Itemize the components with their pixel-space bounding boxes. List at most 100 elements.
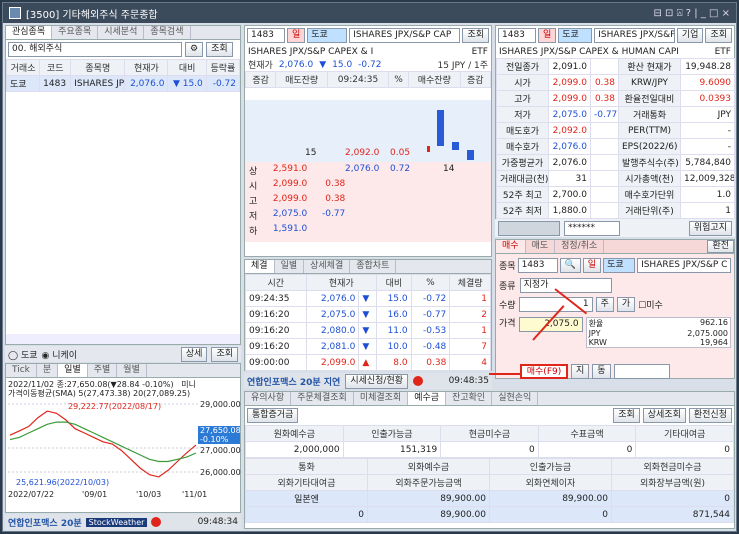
tab-minute[interactable]: 분 xyxy=(37,364,59,377)
ytick-2: 27,000.00 xyxy=(200,446,241,455)
xtick-4: '11/01 xyxy=(182,490,208,499)
company-button[interactable]: 기업 xyxy=(676,28,704,43)
order-qty-label: 수량 xyxy=(499,301,516,311)
dong-button[interactable]: 동 xyxy=(592,364,611,379)
group-select[interactable]: 00. 해외주식 xyxy=(8,42,182,57)
order-type-select[interactable]: 지정가 xyxy=(519,278,612,293)
deposit-table: 원화예수금 인출가능금 현금미수금 수표금액 기타대여금 2,000,000 151,31… xyxy=(245,425,734,458)
table-row[interactable]: 도쿄 1483 ISHARES JPX/ 2,076.0 ▼ 15.0 -0.7… xyxy=(5,75,241,92)
order-memo-field[interactable] xyxy=(613,364,670,379)
tick-pct: 0.38 xyxy=(410,354,451,371)
horizontal-scrollbar[interactable] xyxy=(6,334,240,344)
buy-button[interactable]: 매수(F9) xyxy=(520,364,568,379)
risk-notice-button[interactable]: 위험고지 xyxy=(688,220,732,236)
margin-checkbox[interactable]: ☐미수 xyxy=(638,298,663,311)
chart-mini-label[interactable]: 미니 xyxy=(181,379,196,390)
info-label: 거래대금(천) xyxy=(496,170,549,187)
radio-tokyo[interactable]: ◯ 도쿄 xyxy=(8,348,38,361)
order-code-input[interactable]: 1483 xyxy=(517,258,558,273)
tick-pct: -0.53 xyxy=(410,322,451,339)
tab-major[interactable]: 주요종목 xyxy=(52,26,99,39)
mid-query-button[interactable]: 조회 xyxy=(462,28,489,43)
tab-trades[interactable]: 체결 xyxy=(245,260,275,273)
window-controls[interactable]: ⊟ ⊡ ⍓ ? | _ □ × xyxy=(653,8,730,19)
table-row[interactable]: 일본엔 89,900.00 89,900.00 0 xyxy=(245,490,734,507)
tab-daily[interactable]: 일별 xyxy=(58,364,88,377)
tab-buy[interactable]: 매수 xyxy=(496,240,526,253)
tab-watchlist[interactable]: 관심종목 xyxy=(6,26,53,39)
stat-open: 2,099.0 xyxy=(272,179,308,189)
table-row: 저가 2,075.0 -0.77 거래통화 JPY xyxy=(496,106,735,123)
tab-analysis[interactable]: 시세분석 xyxy=(98,26,145,39)
exchange-request-button[interactable]: 환전신청 xyxy=(688,408,732,423)
info-value-2: 1.0 xyxy=(680,186,735,203)
dep-cell: 2,000,000 xyxy=(245,441,344,458)
mid-cur-price: 2,076.0 xyxy=(278,59,314,70)
sma5-line xyxy=(9,410,197,478)
right-code-input[interactable]: 1483 xyxy=(498,28,536,43)
tab-deposit[interactable]: 예수금 xyxy=(408,392,447,405)
right-query-button[interactable]: 조회 xyxy=(705,28,732,43)
diff-value: 15.0 xyxy=(182,78,203,89)
tick-price: 2,075.0 xyxy=(305,306,360,323)
tab-realized-pnl[interactable]: 실현손익 xyxy=(492,392,539,405)
fx-col: 외화연체이자 xyxy=(489,474,612,491)
info-value: 2,076.0 xyxy=(548,154,591,171)
radio-nikkei-label: 니케이 xyxy=(52,350,78,361)
detail-query-button[interactable]: 상세조회 xyxy=(642,408,686,423)
fx-cell: 0 xyxy=(489,506,612,523)
dep-col: 인출가능금 xyxy=(342,425,442,442)
unit-share-button[interactable]: 주 xyxy=(595,297,614,312)
tick-price: 2,076.0 xyxy=(305,290,360,307)
radio-nikkei[interactable]: ◉ 니케이 xyxy=(42,348,78,361)
info-label-2: PER(TTM) xyxy=(618,122,681,139)
info-label-2: EPS(2022/6) xyxy=(618,138,681,155)
fx-col: 외화현금미수금 xyxy=(611,458,734,475)
chart-period-tabs: Tick 분 일별 주별 월별 xyxy=(6,364,240,378)
detail-button[interactable]: 상세 xyxy=(180,346,208,362)
info-rate xyxy=(590,122,619,139)
tab-tick[interactable]: Tick xyxy=(6,364,37,377)
app-icon xyxy=(9,7,21,19)
ob-col-chg-bid: 증감 xyxy=(459,71,492,88)
account-select[interactable] xyxy=(498,220,560,236)
tab-order-inquiry[interactable]: 주문체결조회 xyxy=(291,392,354,405)
stat-open-label: 시 xyxy=(249,182,258,192)
fx-col: 외화장부금액(원) xyxy=(611,474,734,491)
password-input[interactable]: ****** xyxy=(564,220,620,236)
tab-daily-trades[interactable]: 일별 xyxy=(275,260,305,273)
tab-weekly[interactable]: 주별 xyxy=(88,364,118,377)
tab-detail-trades[interactable]: 상세체결 xyxy=(304,260,351,273)
quote-subscribe-button[interactable]: 시세신청/현황 xyxy=(345,373,409,389)
tick-qty: 4 xyxy=(449,354,491,371)
bid-price[interactable]: 2,076.0 xyxy=(345,164,379,174)
tab-combined-chart[interactable]: 종합차트 xyxy=(350,260,397,273)
gear-icon[interactable]: ⚙ xyxy=(185,42,204,57)
margin-type-select[interactable]: 통합증거금 xyxy=(247,408,299,423)
unit-price-button[interactable]: 가 xyxy=(616,297,636,312)
tick-price: 2,099.0 xyxy=(305,354,360,371)
exchange-button[interactable]: 환전 xyxy=(707,240,734,253)
tab-sell[interactable]: 매도 xyxy=(526,240,556,253)
tab-notice[interactable]: 유의사항 xyxy=(245,392,292,405)
tick-qty: 1 xyxy=(449,322,491,339)
chart-query-button[interactable]: 조회 xyxy=(211,346,238,362)
tab-unfilled[interactable]: 미체결조회 xyxy=(354,392,409,405)
watchlist-query-button[interactable]: 조회 xyxy=(206,42,233,57)
order-type-label: 종류 xyxy=(499,282,516,292)
xtick-1: 2022/07/22 xyxy=(8,490,55,499)
table-row: 2,000,000 151,319 0 0 0 xyxy=(245,441,734,458)
ask-price[interactable]: 2,092.0 xyxy=(345,148,379,158)
tab-monthly[interactable]: 월별 xyxy=(117,364,147,377)
mid-code-input[interactable]: 1483 xyxy=(247,28,285,43)
fx-cell: 0 xyxy=(245,506,368,523)
ji-button[interactable]: 지 xyxy=(571,364,590,379)
search-icon[interactable]: 🔍 xyxy=(559,258,581,273)
tab-balance[interactable]: 잔고확인 xyxy=(446,392,493,405)
tab-search[interactable]: 종목검색 xyxy=(144,26,191,39)
table-row[interactable]: 0 89,900.00 0 871,544 xyxy=(245,506,734,523)
tab-modify-cancel[interactable]: 정정/취소 xyxy=(555,240,605,253)
info-value: 2,099.0 xyxy=(548,90,591,107)
info-rate: 0.38 xyxy=(590,90,619,107)
deposit-query-button[interactable]: 조회 xyxy=(613,408,640,423)
